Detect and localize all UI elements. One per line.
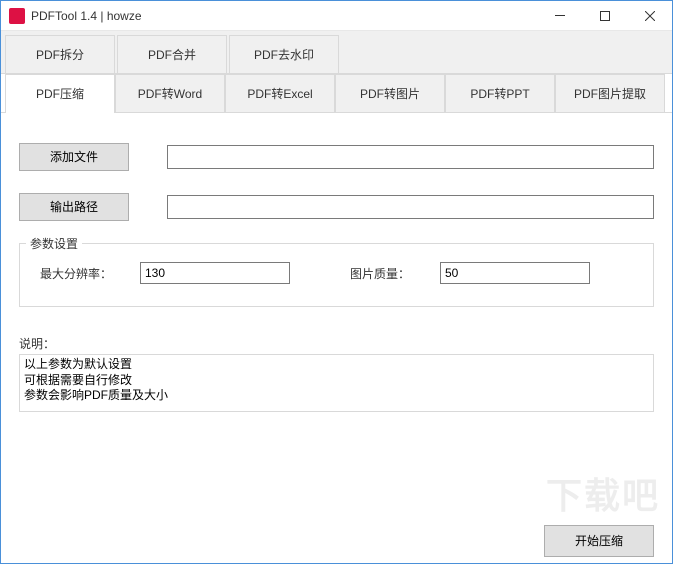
tab-watermark[interactable]: PDF去水印 [229, 35, 339, 73]
tab-word[interactable]: PDF转Word [115, 74, 225, 112]
description-label: 说明： [19, 335, 654, 352]
tab-extract[interactable]: PDF图片提取 [555, 74, 665, 112]
tab-merge[interactable]: PDF合并 [117, 35, 227, 73]
image-quality-input[interactable] [440, 262, 590, 284]
app-icon [9, 8, 25, 24]
output-path-input[interactable] [167, 195, 654, 219]
tab-row-bottom: PDF压缩 PDF转Word PDF转Excel PDF转图片 PDF转PPT … [1, 74, 672, 113]
description-text: 以上参数为默认设置 可根据需要自行修改 参数会影响PDF质量及大小 [19, 354, 654, 412]
output-path-row: 输出路径 [19, 193, 654, 221]
description-section: 说明： 以上参数为默认设置 可根据需要自行修改 参数会影响PDF质量及大小 [19, 335, 654, 412]
window-title: PDFTool 1.4 | howze [31, 9, 142, 23]
content-area: 添加文件 输出路径 参数设置 最大分辨率： 图片质量： 说明： 以上参数为默认设… [1, 113, 672, 567]
maximize-button[interactable] [582, 1, 627, 31]
tab-split[interactable]: PDF拆分 [5, 35, 115, 73]
add-file-button[interactable]: 添加文件 [19, 143, 129, 171]
output-path-button[interactable]: 输出路径 [19, 193, 129, 221]
window-controls [537, 1, 672, 31]
tab-excel[interactable]: PDF转Excel [225, 74, 335, 112]
add-file-row: 添加文件 [19, 143, 654, 171]
close-button[interactable] [627, 1, 672, 31]
start-compress-button[interactable]: 开始压缩 [544, 525, 654, 557]
params-fieldset: 参数设置 最大分辨率： 图片质量： [19, 243, 654, 307]
file-path-input[interactable] [167, 145, 654, 169]
param-row: 最大分辨率： 图片质量： [40, 262, 633, 284]
image-quality-label: 图片质量： [350, 265, 440, 282]
watermark-text: 下载吧 [546, 467, 660, 519]
tab-row-top: PDF拆分 PDF合并 PDF去水印 [1, 31, 672, 74]
tab-compress[interactable]: PDF压缩 [5, 74, 115, 113]
tab-ppt[interactable]: PDF转PPT [445, 74, 555, 112]
max-resolution-input[interactable] [140, 262, 290, 284]
tab-image[interactable]: PDF转图片 [335, 74, 445, 112]
params-legend: 参数设置 [26, 235, 82, 252]
max-resolution-label: 最大分辨率： [40, 265, 140, 282]
titlebar: PDFTool 1.4 | howze [1, 1, 672, 31]
minimize-button[interactable] [537, 1, 582, 31]
